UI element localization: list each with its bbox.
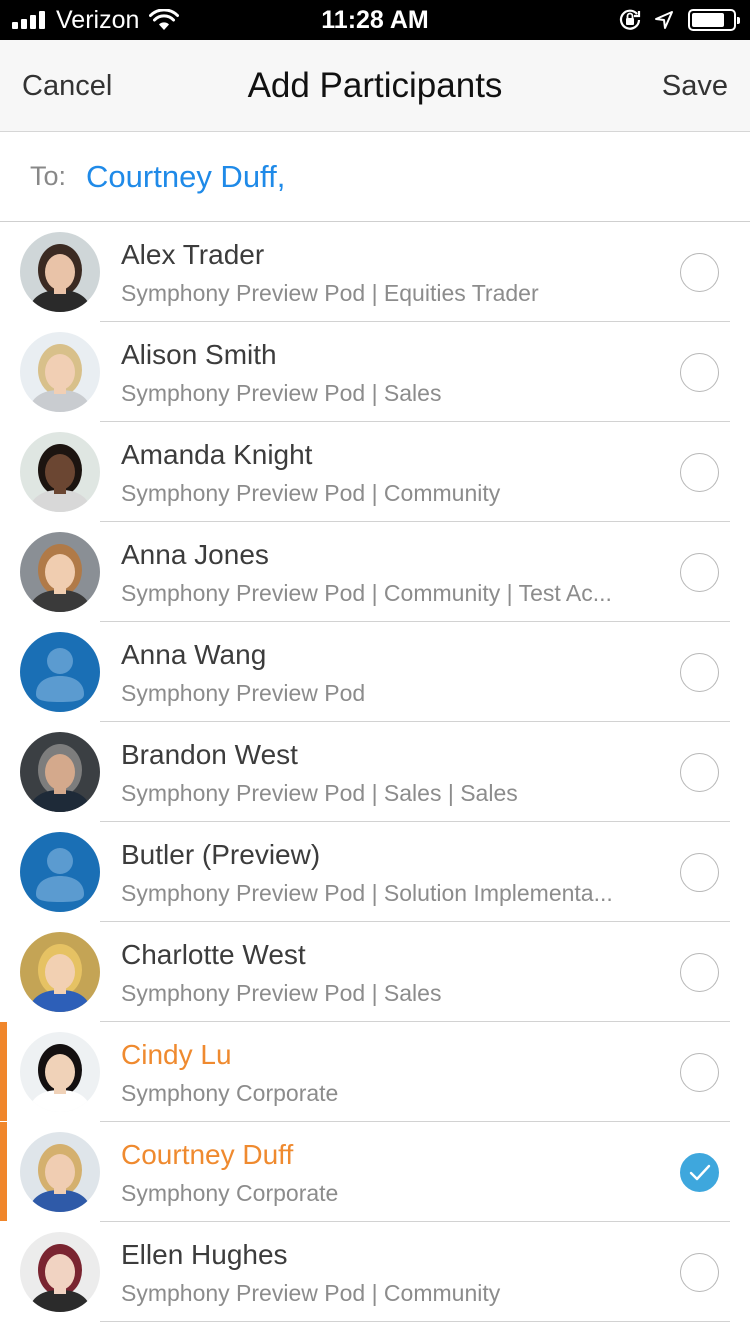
to-label: To: <box>30 161 67 191</box>
navigation-bar: Cancel Add Participants Save <box>0 40 750 132</box>
avatar <box>20 532 100 612</box>
default-user-icon <box>20 832 100 912</box>
contact-subtitle: Symphony Preview Pod | Equities Trader <box>121 280 539 306</box>
select-radio[interactable] <box>680 853 719 892</box>
orientation-lock-icon <box>619 9 641 30</box>
location-arrow-icon <box>655 11 673 29</box>
contact-subtitle: Symphony Preview Pod | Solution Implemen… <box>121 880 613 906</box>
contact-name: Anna Wang <box>121 639 267 670</box>
select-radio[interactable] <box>680 653 719 692</box>
contact-name: Courtney Duff <box>121 1139 294 1170</box>
status-bar: Verizon 11:28 AM <box>0 0 750 40</box>
default-user-icon <box>20 632 100 712</box>
contact-row[interactable]: Cindy Lu Symphony Corporate <box>0 1022 750 1122</box>
contact-row[interactable]: Butler (Preview) Symphony Preview Pod | S… <box>0 822 750 922</box>
contact-subtitle: Symphony Preview Pod | Sales <box>121 380 442 406</box>
contact-row[interactable]: Charlotte West Symphony Preview Pod | Sal… <box>0 922 750 1022</box>
contact-row[interactable]: Anna Jones Symphony Preview Pod | Communi… <box>0 522 750 622</box>
avatar <box>20 232 100 312</box>
contact-row[interactable]: Alex Trader Symphony Preview Pod | Equiti… <box>0 222 750 322</box>
contact-name: Brandon West <box>121 739 298 770</box>
contact-subtitle: Symphony Corporate <box>121 1080 339 1106</box>
select-radio[interactable] <box>680 1053 719 1092</box>
contact-row[interactable]: Ellen Hughes Symphony Preview Pod | Commu… <box>0 1222 750 1322</box>
contact-name: Alison Smith <box>121 339 277 370</box>
select-radio[interactable] <box>680 1253 719 1292</box>
contact-name: Ellen Hughes <box>121 1239 288 1270</box>
contact-name: Charlotte West <box>121 939 306 970</box>
avatar <box>20 732 100 812</box>
contact-row[interactable]: Courtney Duff Symphony Corporate <box>0 1122 750 1222</box>
contact-subtitle: Symphony Preview Pod | Sales <box>121 980 442 1006</box>
avatar <box>20 432 100 512</box>
contact-subtitle: Symphony Corporate <box>121 1180 339 1206</box>
select-radio[interactable] <box>680 553 719 592</box>
select-radio[interactable] <box>680 753 719 792</box>
contact-name: Amanda Knight <box>121 439 313 470</box>
carrier-name: Verizon <box>56 5 140 34</box>
row-divider <box>100 1321 730 1322</box>
contact-row[interactable]: Brandon West Symphony Preview Pod | Sales… <box>0 722 750 822</box>
select-radio[interactable] <box>680 953 719 992</box>
avatar <box>20 1132 100 1212</box>
contact-subtitle: Symphony Preview Pod | Sales | Sales <box>121 780 518 806</box>
cancel-button[interactable]: Cancel <box>22 40 112 132</box>
avatar <box>20 932 100 1012</box>
to-recipient-token[interactable]: Courtney Duff, <box>86 159 285 195</box>
selected-marker <box>0 1122 7 1221</box>
avatar <box>20 1232 100 1312</box>
checkmark-icon[interactable] <box>680 1153 719 1192</box>
to-field[interactable]: To: Courtney Duff, <box>0 132 750 222</box>
selected-marker <box>0 1022 7 1121</box>
select-radio[interactable] <box>680 253 719 292</box>
contact-row[interactable]: Anna Wang Symphony Preview Pod <box>0 622 750 722</box>
contact-name: Alex Trader <box>121 239 265 270</box>
contact-name: Butler (Preview) <box>121 839 321 870</box>
contact-name: Cindy Lu <box>121 1039 232 1070</box>
battery-level <box>692 13 724 27</box>
avatar <box>20 1032 100 1112</box>
contact-subtitle: Symphony Preview Pod | Community <box>121 480 501 506</box>
contact-list: Alex Trader Symphony Preview Pod | Equiti… <box>0 222 750 1322</box>
select-radio[interactable] <box>680 353 719 392</box>
avatar <box>20 332 100 412</box>
page-title: Add Participants <box>247 66 503 105</box>
contact-name: Anna Jones <box>121 539 269 570</box>
contact-subtitle: Symphony Preview Pod <box>121 680 366 706</box>
status-bar-left: Verizon <box>12 0 180 40</box>
contact-subtitle: Symphony Preview Pod | Community <box>121 1280 501 1306</box>
contact-row[interactable]: Amanda Knight Symphony Preview Pod | Comm… <box>0 422 750 522</box>
signal-strength-icon <box>12 11 48 29</box>
select-radio[interactable] <box>680 453 719 492</box>
wifi-icon <box>149 9 180 30</box>
contact-subtitle: Symphony Preview Pod | Community | Test … <box>121 580 612 606</box>
status-bar-right <box>606 0 740 40</box>
battery-icon <box>688 9 740 31</box>
save-button[interactable]: Save <box>662 40 728 132</box>
contact-row[interactable]: Alison Smith Symphony Preview Pod | Sales <box>0 322 750 422</box>
